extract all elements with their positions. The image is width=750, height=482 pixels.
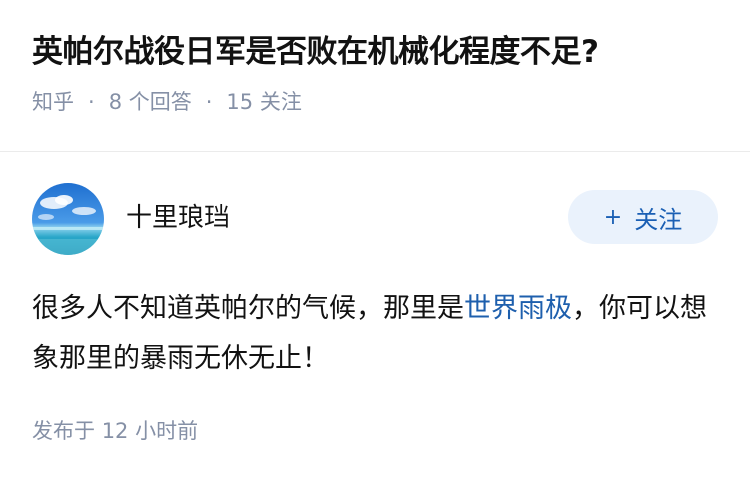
follow-label: 关注 [634,205,683,234]
author-name[interactable]: 十里琅珰 [126,202,568,234]
answers-count[interactable]: 8 个回答 [109,88,192,116]
keyword-link[interactable]: 世界雨极 [464,293,572,324]
source-label[interactable]: 知乎 [32,88,74,116]
answer-text: 很多人不知道英帕尔的气候，那里是 [32,293,464,324]
answer-card: 十里琅珰 + 关注 很多人不知道英帕尔的气候，那里是世界雨极，你可以想象那里的暴… [32,182,718,384]
meta-separator: · [88,90,95,114]
publish-time: 发布于 12 小时前 [32,416,198,446]
answer-content[interactable]: 很多人不知道英帕尔的气候，那里是世界雨极，你可以想象那里的暴雨无休无止！ [32,284,712,384]
publish-value: 12 小时前 [101,419,199,443]
sky-sea-avatar-icon [32,183,104,255]
follow-button[interactable]: + 关注 [568,190,718,244]
publish-prefix: 发布于 [32,419,95,443]
meta-separator: · [205,90,213,114]
question-header: 英帕尔战役日军是否败在机械化程度不足? 知乎 · 8 个回答 · 15 关注 [0,0,750,120]
avatar[interactable] [32,183,104,255]
plus-icon: + [603,204,623,230]
divider [0,151,750,152]
followers-count[interactable]: 15 关注 [226,88,301,116]
author-row: 十里琅珰 + 关注 [32,182,718,256]
question-title[interactable]: 英帕尔战役日军是否败在机械化程度不足? [32,30,718,74]
question-page: 英帕尔战役日军是否败在机械化程度不足? 知乎 · 8 个回答 · 15 关注 十… [0,0,750,482]
question-meta: 知乎 · 8 个回答 · 15 关注 [32,88,718,116]
